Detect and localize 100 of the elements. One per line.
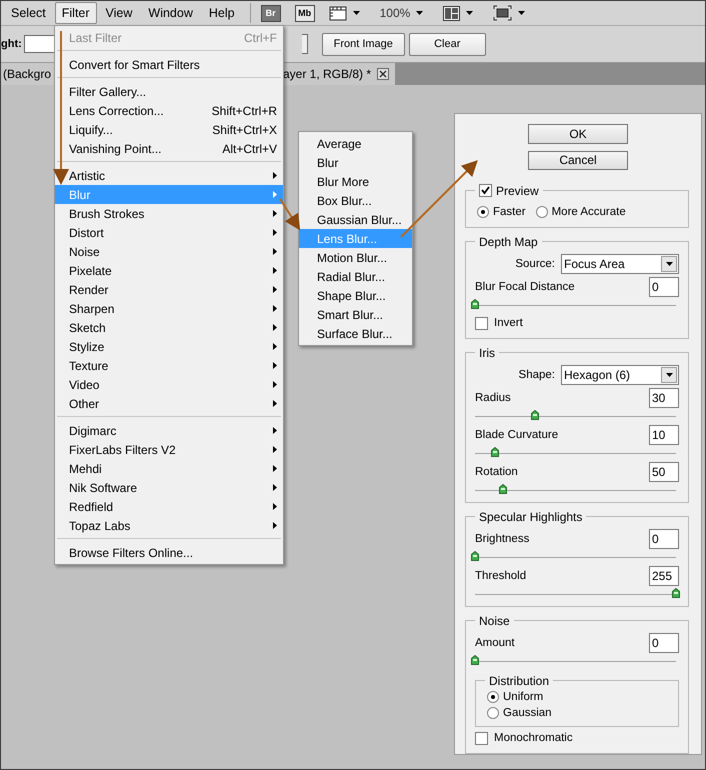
checkbox[interactable] <box>475 316 488 330</box>
submenu-arrow-icon <box>273 446 277 453</box>
menu-item[interactable]: FixerLabs Filters V2 <box>55 440 283 459</box>
menu-item[interactable]: Vanishing Point... Alt+Ctrl+V <box>55 139 283 158</box>
submenu-arrow-icon <box>273 305 277 312</box>
menu-item[interactable]: Pixelate <box>55 261 283 280</box>
value-field[interactable]: 10 <box>649 424 679 444</box>
document-tab[interactable]: ayer 1, RGB/8) * <box>281 63 396 85</box>
menu-item[interactable]: Artistic <box>55 166 283 185</box>
radio-button[interactable] <box>487 691 499 703</box>
checkbox[interactable] <box>479 184 492 197</box>
submenu-arrow-icon <box>273 267 277 274</box>
caret-icon <box>666 262 672 266</box>
value-field[interactable]: 255 <box>649 566 679 586</box>
value-field[interactable]: 30 <box>649 388 679 408</box>
radio-button[interactable] <box>536 206 548 218</box>
menu-item[interactable]: Motion Blur... <box>299 248 412 267</box>
field-label: Radius <box>475 392 511 404</box>
menu-title[interactable]: View <box>98 2 140 24</box>
menu-title[interactable]: Help <box>202 2 242 24</box>
submenu-arrow-icon <box>273 324 277 331</box>
value-field[interactable]: 0 <box>649 632 679 652</box>
screen-mode-icon[interactable] <box>493 5 512 21</box>
menu-item[interactable]: Shape Blur... <box>299 286 412 305</box>
slider-thumb[interactable] <box>531 410 540 420</box>
menu-item[interactable]: Sharpen <box>55 299 283 318</box>
menu-item[interactable]: Redfield <box>55 497 283 516</box>
menu-item[interactable]: Smart Blur... <box>299 305 412 324</box>
slider-thumb[interactable] <box>471 655 479 665</box>
value-field[interactable]: 50 <box>649 462 679 482</box>
slider-thumb[interactable] <box>471 551 479 561</box>
menu-item[interactable]: Topaz Labs <box>55 516 283 535</box>
menu-item[interactable]: Noise <box>55 242 283 261</box>
zoom-level[interactable]: 100% <box>380 6 410 20</box>
slider-thumb[interactable] <box>499 484 508 494</box>
submenu-arrow-icon <box>273 210 277 217</box>
menu-item[interactable]: Gaussian Blur... <box>299 210 412 229</box>
submenu-arrow-icon <box>273 503 277 510</box>
field-label: Source: <box>515 258 555 270</box>
radio-button[interactable] <box>487 707 499 719</box>
field-label: Blade Curvature <box>475 428 558 440</box>
toolbar-button[interactable]: Clear <box>408 32 486 56</box>
radio-label: More Accurate <box>552 206 626 218</box>
submenu-arrow-icon <box>273 248 277 255</box>
dropdown-field[interactable]: Hexagon (6) <box>561 365 679 385</box>
close-icon[interactable] <box>377 68 390 80</box>
menu-item[interactable]: Filter Gallery... <box>55 82 283 101</box>
menu-item[interactable]: Render <box>55 280 283 299</box>
value-field[interactable]: 0 <box>649 276 679 296</box>
checkbox-label: Monochromatic <box>494 732 573 744</box>
menu-item[interactable]: Video <box>55 375 283 394</box>
arrange-documents-icon[interactable] <box>443 6 460 20</box>
menu-title[interactable]: Select <box>4 2 53 24</box>
menu-title[interactable]: Filter <box>54 2 97 24</box>
menu-item[interactable]: Blur <box>299 153 412 172</box>
menu-item[interactable]: Browse Filters Online... <box>55 543 283 562</box>
submenu-arrow-icon <box>273 465 277 472</box>
input-field[interactable] <box>302 34 308 54</box>
menu-item[interactable]: Digimarc <box>55 421 283 440</box>
dialog-button[interactable]: Cancel <box>528 150 628 170</box>
menu-item[interactable]: Radial Blur... <box>299 267 412 286</box>
toolbar-button[interactable]: Front Image <box>322 32 405 56</box>
menu-item[interactable]: Average <box>299 134 412 153</box>
group-title: Noise <box>479 614 510 628</box>
submenu-arrow-icon <box>273 484 277 491</box>
menu-item[interactable]: Surface Blur... <box>299 324 412 343</box>
field-label: Blur Focal Distance <box>475 280 575 292</box>
menu-item[interactable]: Other <box>55 394 283 413</box>
menu-item[interactable]: Texture <box>55 356 283 375</box>
group-title: Preview <box>496 184 539 198</box>
menu-item[interactable]: Distort <box>55 223 283 242</box>
submenu-arrow-icon <box>273 522 277 529</box>
submenu-arrow-icon <box>273 172 277 179</box>
slider-thumb[interactable] <box>471 299 479 309</box>
menu-item[interactable]: Box Blur... <box>299 191 412 210</box>
submenu-arrow-icon <box>273 229 277 236</box>
value-field[interactable]: 0 <box>649 528 679 548</box>
app-launch-button[interactable]: Br <box>260 4 281 22</box>
submenu-arrow-icon <box>273 400 277 407</box>
dropdown-field[interactable]: Focus Area <box>561 254 679 274</box>
slider-thumb[interactable] <box>491 447 500 457</box>
menu-title[interactable]: Window <box>141 2 200 24</box>
checkbox[interactable] <box>475 732 488 744</box>
app-launch-button[interactable]: Mb <box>294 4 315 22</box>
field-label: Threshold <box>475 570 526 582</box>
menu-item[interactable]: Sketch <box>55 318 283 337</box>
menu-item[interactable]: Brush Strokes <box>55 204 283 223</box>
menu-item[interactable]: Lens Correction... Shift+Ctrl+R <box>55 101 283 120</box>
menu-item[interactable]: Blur More <box>299 172 412 191</box>
slider-thumb[interactable] <box>672 588 680 598</box>
view-extras-icon[interactable] <box>328 5 347 21</box>
menu-item[interactable]: Nik Software <box>55 478 283 497</box>
annotation-arrow <box>279 198 300 230</box>
submenu-arrow-icon <box>273 343 277 350</box>
menu-item[interactable]: Mehdi <box>55 459 283 478</box>
menu-item[interactable]: Stylize <box>55 337 283 356</box>
radio-button[interactable] <box>477 206 489 218</box>
dialog-button[interactable]: OK <box>528 124 628 144</box>
menu-item[interactable]: Liquify... Shift+Ctrl+X <box>55 120 283 139</box>
submenu-arrow-icon <box>273 286 277 293</box>
